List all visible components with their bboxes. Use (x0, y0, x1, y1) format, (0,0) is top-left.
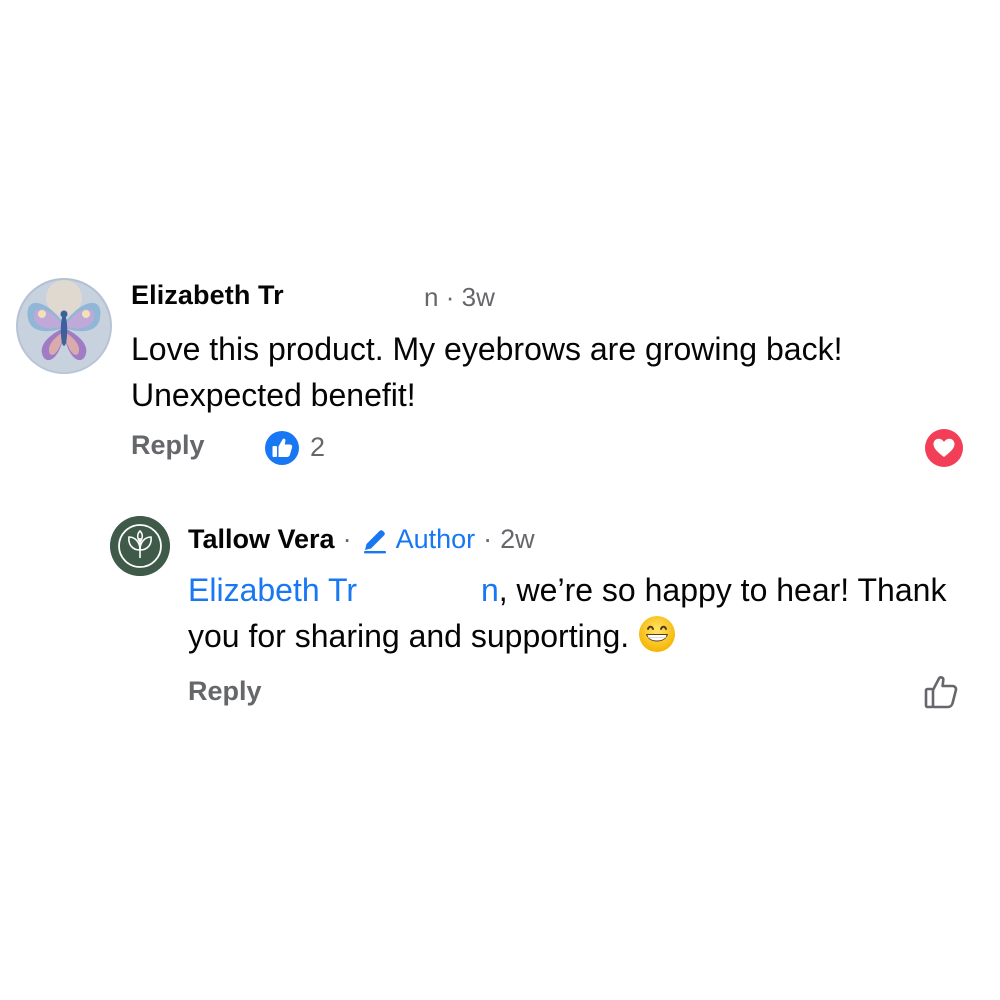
reply-header: Tallow Vera · Author · 2w (188, 524, 535, 555)
comment-timestamp: n · 3w (424, 282, 495, 313)
mention-name[interactable]: Elizabeth Tr (188, 572, 357, 608)
reply-button[interactable]: Reply (131, 430, 205, 461)
commenter-avatar[interactable] (16, 278, 112, 374)
comment-text: Love this product. My eyebrows are growi… (131, 331, 843, 413)
commenter-name[interactable]: Elizabeth Tr (131, 280, 284, 311)
pencil-icon (363, 529, 386, 553)
heart-icon[interactable] (924, 428, 964, 468)
grinning-face-icon (639, 616, 676, 652)
butterfly-avatar-art (18, 280, 110, 372)
reply-time: 2w (500, 524, 535, 554)
like-icon[interactable] (264, 430, 300, 466)
reply-button[interactable]: Reply (188, 676, 262, 707)
brand-logo-icon (110, 516, 170, 576)
reaction-count[interactable]: 2 (310, 432, 325, 463)
commenter-name-trailing: n (424, 282, 439, 312)
mention-link[interactable]: Elizabeth Tr n (188, 572, 499, 608)
meta-separator: · (483, 524, 493, 554)
meta-separator: · (342, 524, 352, 554)
reply-text: Elizabeth Tr n, we’re so happy to hear! T… (188, 567, 968, 659)
author-avatar[interactable] (110, 516, 170, 576)
meta-separator: · (445, 282, 455, 312)
mention-name-trailing[interactable]: n (481, 572, 499, 608)
author-name[interactable]: Tallow Vera (188, 524, 335, 555)
comment-time: 3w (461, 282, 495, 312)
author-badge: Author (395, 524, 476, 554)
like-outline-icon[interactable] (922, 672, 962, 712)
